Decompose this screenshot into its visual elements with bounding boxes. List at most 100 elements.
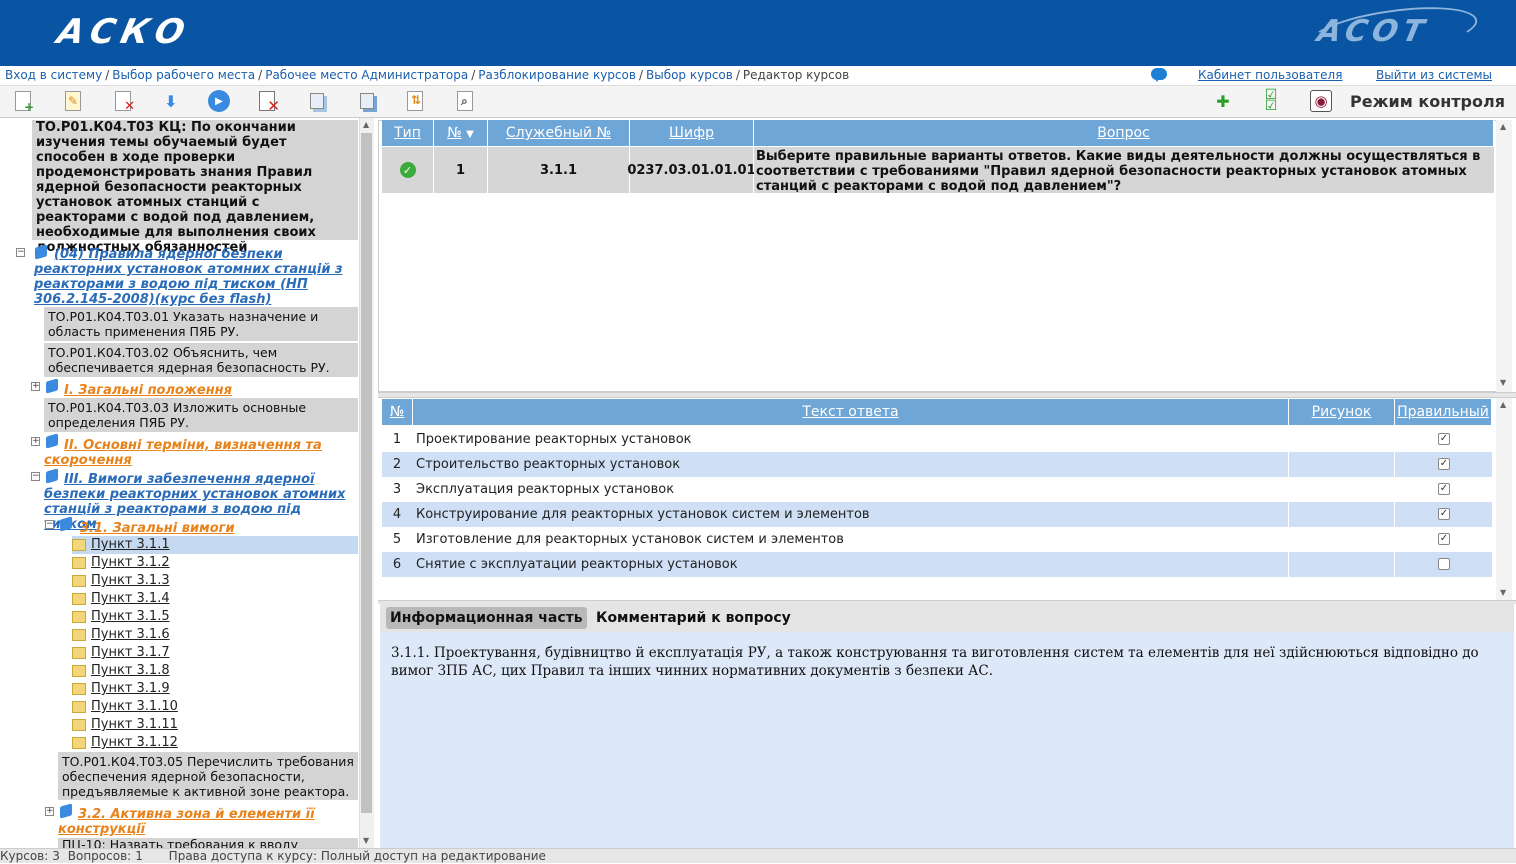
tree-course-link[interactable]: (04) Правила ядерної безпеки реакторних …: [34, 247, 360, 307]
collapse-icon[interactable]: −: [16, 248, 25, 257]
correct-checkbox[interactable]: ✓: [1438, 433, 1450, 445]
tree-punkt-item[interactable]: Пункт 3.1.2: [72, 554, 358, 572]
correct-checkbox[interactable]: ✓: [1438, 483, 1450, 495]
tree-punkt-item[interactable]: Пункт 3.1.8: [72, 662, 358, 680]
col-image-header[interactable]: Рисунок: [1289, 399, 1395, 425]
scroll-up-icon[interactable]: ▲: [363, 120, 369, 129]
col-answer-num-header[interactable]: №: [382, 399, 413, 425]
move-down-icon[interactable]: ⬇: [160, 90, 182, 112]
answer-row[interactable]: 6 Снятие с эксплуатации реакторных устано…: [382, 552, 1492, 577]
control-mode-eye-icon[interactable]: ◉: [1310, 90, 1332, 112]
edit-icon[interactable]: ✎: [62, 90, 84, 112]
tree-subsection-3-1[interactable]: 3.1. Загальні вимоги: [80, 521, 358, 536]
tree-punkt-item[interactable]: Пункт 3.1.6: [72, 626, 358, 644]
question-num-cell[interactable]: 1: [434, 147, 487, 193]
tree-objective-pc10[interactable]: ПЦ-10: Назвать требования к вводу: [58, 838, 358, 848]
breadcrumb-select-courses[interactable]: Выбор курсов: [646, 68, 733, 82]
status-courses-label: Курсов:: [0, 849, 49, 863]
collapse-icon[interactable]: −: [45, 520, 54, 529]
correct-checkbox[interactable]: [1438, 558, 1450, 570]
user-cabinet-link[interactable]: Кабинет пользователя: [1198, 68, 1342, 82]
export-icon[interactable]: ⇅: [404, 90, 426, 112]
checklist-icon[interactable]: ☑ ☑: [1260, 88, 1282, 113]
expand-icon[interactable]: +: [31, 437, 40, 446]
tree-objective-01[interactable]: ТО.Р01.К04.Т03.01 Указать назначение и о…: [44, 307, 358, 341]
app-header: АСКО ACOT: [0, 0, 1516, 66]
question-code-cell[interactable]: 0237.03.01.01.01: [627, 147, 756, 193]
col-question-header[interactable]: Вопрос: [754, 120, 1494, 146]
breadcrumb-separator: /: [638, 68, 643, 82]
new-item-icon[interactable]: +: [12, 90, 34, 114]
questions-scrollbar[interactable]: [1496, 120, 1512, 392]
tree-punkt-item[interactable]: Пункт 3.1.7: [72, 644, 358, 662]
preview-icon[interactable]: ⌕: [454, 90, 476, 112]
paste-icon[interactable]: [356, 90, 378, 112]
folder-icon: [72, 719, 86, 731]
breadcrumb-admin[interactable]: Рабочее место Администратора: [265, 68, 468, 82]
tree-punkt-item[interactable]: Пункт 3.1.1: [72, 536, 358, 554]
col-service-num-header[interactable]: Служебный №: [488, 120, 630, 146]
answer-row[interactable]: 1 Проектирование реакторных установок ✓: [382, 427, 1492, 452]
expand-icon[interactable]: +: [31, 382, 40, 391]
tree-punkt-item[interactable]: Пункт 3.1.9: [72, 680, 358, 698]
folder-icon: [72, 593, 86, 605]
control-mode-label: Режим контроля: [1350, 92, 1505, 111]
breadcrumb-login[interactable]: Вход в систему: [5, 68, 102, 82]
tree-punkt-item[interactable]: Пункт 3.1.10: [72, 698, 358, 716]
delete-icon[interactable]: ✕: [112, 90, 135, 114]
tree-objective-03[interactable]: ТО.Р01.К04.Т03.03 Изложить основные опре…: [44, 398, 358, 432]
breadcrumb-workplace[interactable]: Выбор рабочего места: [112, 68, 255, 82]
logout-link[interactable]: Выйти из системы: [1376, 68, 1492, 82]
remove-icon[interactable]: ✕: [256, 90, 280, 115]
add-question-icon[interactable]: ✚: [1212, 90, 1234, 112]
question-text-cell[interactable]: Выберите правильные варианты ответов. Ка…: [754, 147, 1494, 194]
tree-punkt-item[interactable]: Пункт 3.1.12: [72, 734, 358, 752]
correct-checkbox[interactable]: ✓: [1438, 508, 1450, 520]
tab-question-comment[interactable]: Комментарий к вопросу: [592, 607, 795, 629]
play-icon[interactable]: ▶: [208, 90, 230, 112]
scroll-down-icon[interactable]: ▼: [1500, 588, 1506, 597]
tree-subsection-3-2[interactable]: 3.2. Активна зона й елементи її конструк…: [58, 807, 358, 837]
answer-row[interactable]: 4 Конструирование для реакторных установо…: [382, 502, 1492, 527]
scroll-up-icon[interactable]: ▲: [1500, 400, 1506, 409]
status-questions-label: Вопросов:: [67, 849, 132, 863]
scroll-down-icon[interactable]: ▼: [1500, 378, 1506, 387]
collapse-icon[interactable]: −: [31, 472, 40, 481]
tree-punkt-item[interactable]: Пункт 3.1.4: [72, 590, 358, 608]
folder-icon: [72, 557, 86, 569]
status-bar: Курсов: 3 Вопросов: 1 Права доступа к курс…: [0, 848, 1516, 863]
question-service-num-cell[interactable]: 3.1.1: [488, 147, 629, 193]
tree-scroll-thumb[interactable]: [361, 133, 372, 813]
scroll-down-icon[interactable]: ▼: [363, 836, 369, 845]
status-questions-count: 1: [135, 849, 143, 863]
answer-row[interactable]: 2 Строительство реакторных установок ✓: [382, 452, 1492, 477]
answer-row[interactable]: 3 Эксплуатация реакторных установок ✓: [382, 477, 1492, 502]
tree-section-1[interactable]: І. Загальні положення: [64, 383, 358, 398]
folder-icon: [72, 737, 86, 749]
tree-punkt-item[interactable]: Пункт 3.1.5: [72, 608, 358, 626]
col-num-header[interactable]: № ▼: [434, 120, 488, 146]
breadcrumb-unblock[interactable]: Разблокирование курсов: [478, 68, 636, 82]
tree-objective-02[interactable]: ТО.Р01.К04.Т03.02 Объяснить, чем обеспеч…: [44, 343, 358, 377]
answer-row[interactable]: 5 Изготовление для реакторных установок с…: [382, 527, 1492, 552]
question-type-cell[interactable]: ✓: [382, 147, 433, 193]
correct-checkbox[interactable]: ✓: [1438, 458, 1450, 470]
copy-icon[interactable]: [306, 90, 328, 112]
tab-info-part[interactable]: Информационная часть: [386, 607, 587, 629]
tree-objective-05[interactable]: ТО.Р01.К04.Т03.05 Перечислить требования…: [58, 752, 358, 800]
col-correct-header[interactable]: Правильный: [1395, 399, 1492, 425]
col-code-header[interactable]: Шифр: [630, 120, 754, 146]
correct-checkbox[interactable]: ✓: [1438, 533, 1450, 545]
tree-punkt-item[interactable]: Пункт 3.1.11: [72, 716, 358, 734]
asko-logo: АСКО: [53, 12, 195, 52]
tree-goal-block[interactable]: ТО.Р01.К04.Т03 КЦ: По окончании изучения…: [32, 120, 358, 255]
breadcrumb-separator: /: [258, 68, 263, 82]
col-answer-text-header[interactable]: Текст ответа: [413, 399, 1289, 425]
expand-icon[interactable]: +: [45, 807, 54, 816]
scroll-up-icon[interactable]: ▲: [1500, 122, 1506, 131]
tree-section-2[interactable]: ІІ. Основні терміни, визначення та скоро…: [44, 438, 358, 468]
answers-scrollbar[interactable]: [1496, 398, 1512, 600]
col-type-header[interactable]: Тип: [382, 120, 434, 146]
tree-punkt-item[interactable]: Пункт 3.1.3: [72, 572, 358, 590]
chat-icon[interactable]: [1151, 68, 1167, 82]
